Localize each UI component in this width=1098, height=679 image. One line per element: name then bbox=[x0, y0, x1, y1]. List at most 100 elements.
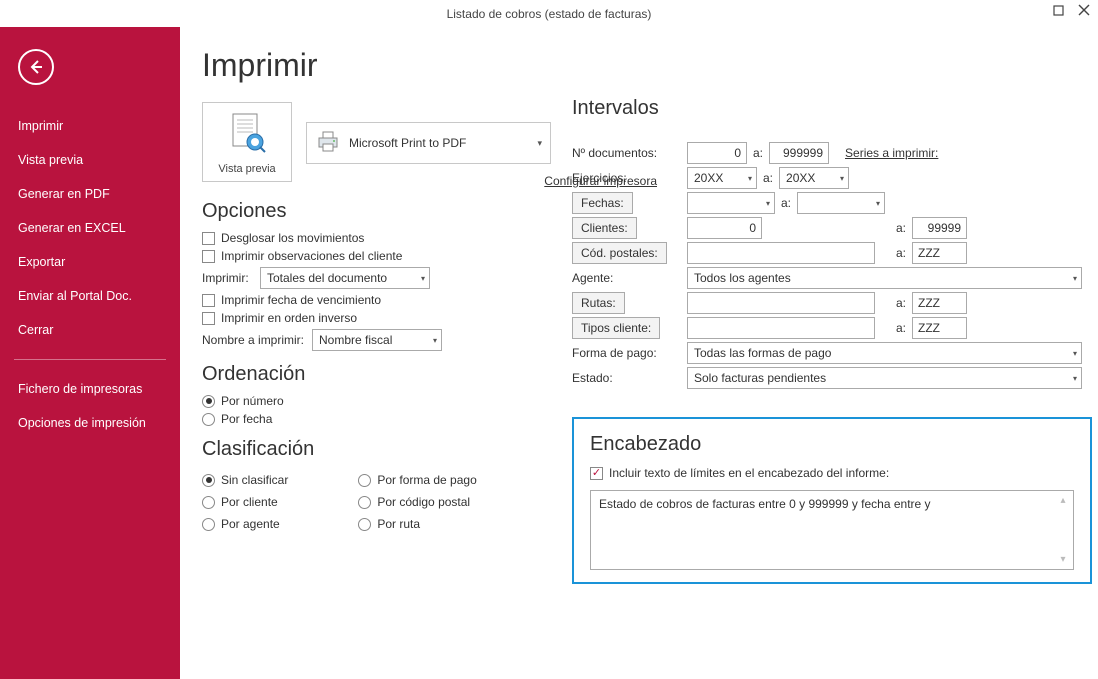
sidebar-item-cerrar[interactable]: Cerrar bbox=[0, 313, 180, 347]
scroll-down-icon: ▾ bbox=[1060, 554, 1065, 565]
page-title: Imprimir bbox=[202, 47, 1076, 84]
ndoc-to-input[interactable]: 999999 bbox=[769, 142, 829, 164]
chk-incluir-texto-label: Incluir texto de límites en el encabezad… bbox=[609, 466, 889, 480]
chevron-down-icon: ▾ bbox=[421, 274, 425, 283]
clientes-from-input[interactable]: 0 bbox=[687, 217, 762, 239]
ejercicios-label: Ejercicios: bbox=[572, 171, 687, 185]
radio-por-forma-pago[interactable]: Por forma de pago bbox=[358, 473, 476, 487]
printer-selector[interactable]: Microsoft Print to PDF ▾ bbox=[306, 122, 551, 164]
agente-label: Agente: bbox=[572, 271, 687, 285]
encabezado-text: Estado de cobros de facturas entre 0 y 9… bbox=[599, 497, 931, 511]
radio-por-codigo-postal[interactable]: Por código postal bbox=[358, 495, 476, 509]
sidebar-item-excel[interactable]: Generar en EXCEL bbox=[0, 211, 180, 245]
formapago-label: Forma de pago: bbox=[572, 346, 687, 360]
encabezado-textarea[interactable]: Estado de cobros de facturas entre 0 y 9… bbox=[590, 490, 1074, 570]
radio-label: Por número bbox=[221, 394, 284, 408]
estado-label: Estado: bbox=[572, 371, 687, 385]
sidebar: Imprimir Vista previa Generar en PDF Gen… bbox=[0, 27, 180, 679]
vista-previa-button[interactable]: Vista previa bbox=[202, 102, 292, 182]
document-preview-icon bbox=[227, 112, 267, 159]
scroll-up-icon: ▴ bbox=[1060, 495, 1065, 506]
chevron-down-icon: ▾ bbox=[840, 174, 844, 183]
printer-name: Microsoft Print to PDF bbox=[349, 136, 466, 150]
rutas-button[interactable]: Rutas: bbox=[572, 292, 625, 314]
intervalos-heading: Intervalos bbox=[572, 97, 1098, 120]
maximize-button[interactable] bbox=[1050, 2, 1066, 18]
sidebar-item-imprimir[interactable]: Imprimir bbox=[0, 109, 180, 143]
nombre-imprimir-label: Nombre a imprimir: bbox=[202, 333, 304, 347]
chevron-down-icon: ▾ bbox=[1073, 274, 1077, 283]
radio-label: Por código postal bbox=[377, 495, 470, 509]
chevron-down-icon: ▾ bbox=[1073, 349, 1077, 358]
close-button[interactable] bbox=[1076, 2, 1092, 18]
clientes-button[interactable]: Clientes: bbox=[572, 217, 637, 239]
encabezado-panel: Encabezado Incluir texto de límites en e… bbox=[572, 417, 1092, 584]
chevron-down-icon: ▾ bbox=[748, 174, 752, 183]
chk-incluir-texto[interactable]: Incluir texto de límites en el encabezad… bbox=[590, 466, 1074, 480]
vista-previa-label: Vista previa bbox=[218, 163, 275, 175]
title-bar: Listado de cobros (estado de facturas) bbox=[0, 0, 1098, 27]
radio-por-agente[interactable]: Por agente bbox=[202, 517, 288, 531]
a-label: a: bbox=[896, 221, 906, 235]
fechas-button[interactable]: Fechas: bbox=[572, 192, 633, 214]
chevron-down-icon: ▾ bbox=[1073, 374, 1077, 383]
sidebar-separator bbox=[14, 359, 166, 360]
rutas-to-input[interactable]: ZZZ bbox=[912, 292, 967, 314]
radio-label: Por agente bbox=[221, 517, 280, 531]
nombre-imprimir-select[interactable]: Nombre fiscal▾ bbox=[312, 329, 442, 351]
chk-desglosar-label: Desglosar los movimientos bbox=[221, 231, 364, 245]
ejercicio-from-select[interactable]: 20XX▾ bbox=[687, 167, 757, 189]
imprimir-select[interactable]: Totales del documento▾ bbox=[260, 267, 430, 289]
radio-label: Sin clasificar bbox=[221, 473, 288, 487]
encabezado-heading: Encabezado bbox=[590, 433, 1074, 456]
fecha-from-select[interactable]: ▾ bbox=[687, 192, 775, 214]
ejercicio-to-select[interactable]: 20XX▾ bbox=[779, 167, 849, 189]
a-label: a: bbox=[896, 321, 906, 335]
fecha-to-select[interactable]: ▾ bbox=[797, 192, 885, 214]
sidebar-item-vista-previa[interactable]: Vista previa bbox=[0, 143, 180, 177]
a-label: a: bbox=[753, 146, 763, 160]
radio-label: Por ruta bbox=[377, 517, 420, 531]
sidebar-item-fichero-impresoras[interactable]: Fichero de impresoras bbox=[0, 372, 180, 406]
tipos-to-input[interactable]: ZZZ bbox=[912, 317, 967, 339]
ndoc-label: Nº documentos: bbox=[572, 146, 687, 160]
chk-observaciones-label: Imprimir observaciones del cliente bbox=[221, 249, 402, 263]
chk-fecha-venc-label: Imprimir fecha de vencimiento bbox=[221, 293, 381, 307]
radio-label: Por forma de pago bbox=[377, 473, 476, 487]
chevron-down-icon: ▾ bbox=[537, 138, 542, 149]
chevron-down-icon: ▾ bbox=[433, 336, 437, 345]
radio-por-ruta[interactable]: Por ruta bbox=[358, 517, 476, 531]
estado-select[interactable]: Solo facturas pendientes▾ bbox=[687, 367, 1082, 389]
sidebar-item-opciones-impresion[interactable]: Opciones de impresión bbox=[0, 406, 180, 440]
radio-label: Por cliente bbox=[221, 495, 278, 509]
chevron-down-icon: ▾ bbox=[876, 199, 880, 208]
window-title: Listado de cobros (estado de facturas) bbox=[447, 7, 652, 21]
tipos-cliente-button[interactable]: Tipos cliente: bbox=[572, 317, 660, 339]
imprimir-label: Imprimir: bbox=[202, 271, 252, 285]
codpost-from-input[interactable] bbox=[687, 242, 875, 264]
back-button[interactable] bbox=[18, 49, 54, 85]
codpostales-button[interactable]: Cód. postales: bbox=[572, 242, 667, 264]
a-label: a: bbox=[896, 296, 906, 310]
a-label: a: bbox=[763, 171, 773, 185]
series-link[interactable]: Series a imprimir: bbox=[845, 146, 938, 160]
a-label: a: bbox=[896, 246, 906, 260]
radio-label: Por fecha bbox=[221, 412, 272, 426]
tipos-from-input[interactable] bbox=[687, 317, 875, 339]
sidebar-item-exportar[interactable]: Exportar bbox=[0, 245, 180, 279]
clientes-to-input[interactable]: 99999 bbox=[912, 217, 967, 239]
rutas-from-input[interactable] bbox=[687, 292, 875, 314]
radio-sin-clasificar[interactable]: Sin clasificar bbox=[202, 473, 288, 487]
radio-por-cliente[interactable]: Por cliente bbox=[202, 495, 288, 509]
printer-icon bbox=[315, 129, 341, 158]
chk-orden-inverso-label: Imprimir en orden inverso bbox=[221, 311, 357, 325]
a-label: a: bbox=[781, 196, 791, 210]
sidebar-item-pdf[interactable]: Generar en PDF bbox=[0, 177, 180, 211]
chevron-down-icon: ▾ bbox=[766, 199, 770, 208]
agente-select[interactable]: Todos los agentes▾ bbox=[687, 267, 1082, 289]
ndoc-from-input[interactable]: 0 bbox=[687, 142, 747, 164]
sidebar-item-portal-doc[interactable]: Enviar al Portal Doc. bbox=[0, 279, 180, 313]
codpost-to-input[interactable]: ZZZ bbox=[912, 242, 967, 264]
scrollbar[interactable]: ▴▾ bbox=[1056, 495, 1070, 565]
formapago-select[interactable]: Todas las formas de pago▾ bbox=[687, 342, 1082, 364]
